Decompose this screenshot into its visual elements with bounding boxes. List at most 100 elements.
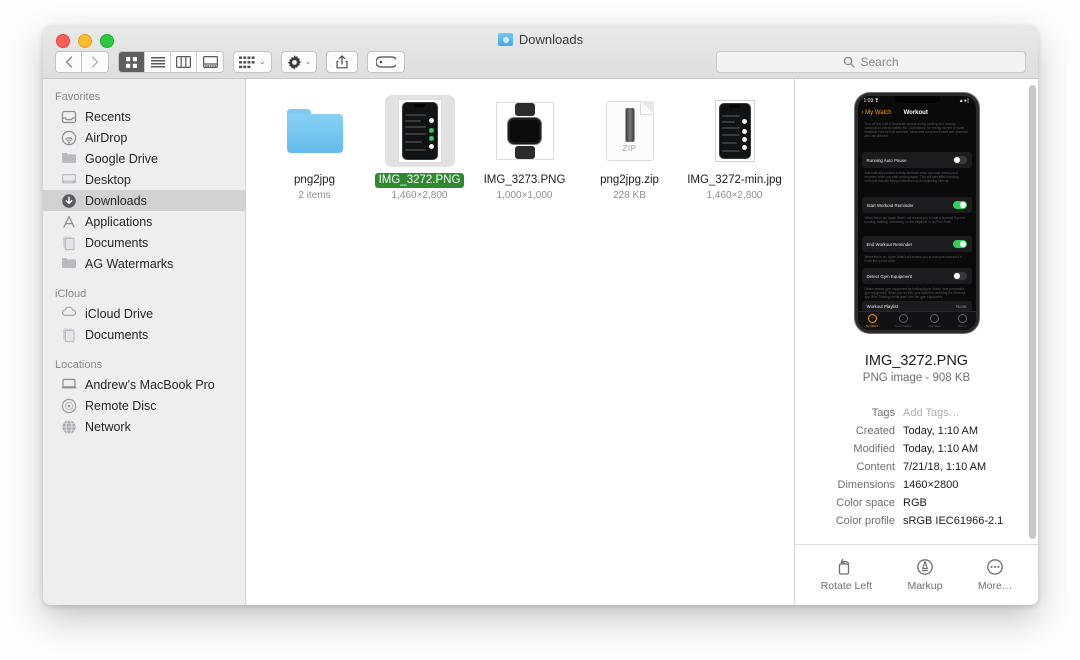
gallery-view-button[interactable] [197,52,223,72]
tags-button[interactable] [367,51,406,73]
share-button[interactable] [326,51,359,73]
action-label: Rotate Left [820,580,873,592]
forward-button[interactable] [82,51,109,73]
sidebar-item-icloud-drive[interactable]: iCloud Drive [43,303,245,324]
airdrop-icon [61,130,77,146]
metadata-row: Created Today, 1:10 AM [809,424,1024,438]
phone-nav-bar: ‹ My Watch Workout [858,107,976,119]
image-thumbnail-frame [495,102,554,160]
navigation-buttons [55,51,109,73]
phone-cell-description: Detect nearby gym equipment by holding A… [864,287,966,299]
search-field[interactable]: Search [716,51,1026,73]
preview-scrollbar[interactable] [1029,85,1036,539]
metadata-key: Color space [836,497,895,509]
back-button[interactable] [55,51,82,73]
sidebar-item-airdrop[interactable]: AirDrop [43,127,245,148]
metadata-row: Modified Today, 1:10 AM [809,442,1024,456]
file-name: png2jpg.zip [600,174,659,186]
column-view-button[interactable] [171,52,197,72]
sidebar: Favorites Recents AirDrop Google Drive D… [43,79,246,605]
sidebar-item-network[interactable]: Network [43,416,245,437]
metadata-row: Tags Add Tags… [809,406,1024,420]
file-name: png2jpg [294,174,335,186]
markup-button[interactable]: Markup [907,558,942,592]
sidebar-item-macbook-pro[interactable]: Andrew’s MacBook Pro [43,374,245,395]
rotate-left-button[interactable]: Rotate Left [821,558,872,592]
sidebar-header-icloud: iCloud [55,288,87,300]
sidebar-item-label: Documents [85,235,149,250]
sidebar-item-google-drive[interactable]: Google Drive [43,148,245,169]
action-menu-button[interactable]: ⌄ [280,51,318,73]
sidebar-item-label: AG Watermarks [85,256,174,271]
applications-icon [61,214,77,230]
sidebar-item-desktop[interactable]: Desktop [43,169,245,190]
sidebar-item-label: Andrew’s MacBook Pro [85,377,215,392]
metadata-row: Content 7/21/18, 1:10 AM [809,460,1024,474]
phone-setting-cell: Running Auto Pause [861,152,972,168]
finder-window: Downloads ⌄ ⌄ Search Favorites Recents A… [43,25,1038,605]
sidebar-item-documents[interactable]: Documents [43,232,245,253]
icon-view-button[interactable] [119,52,145,72]
file-meta: 2 items [298,190,331,201]
cloud-icon [61,305,77,322]
arrange-grid-icon [239,56,256,69]
window-title-text: Downloads [518,32,584,47]
sidebar-item-icloud-documents[interactable]: Documents [43,324,245,345]
phone-cell-description: When this is on, Apple Watch will remind… [864,216,966,224]
metadata-key: Tags [871,407,895,419]
metadata-row: Color space RGB [809,496,1024,510]
metadata-key: Created [855,425,895,437]
sidebar-item-label: Desktop [85,172,131,187]
sidebar-item-label: Downloads [85,193,147,208]
sidebar-item-remote-disc[interactable]: Remote Disc [43,395,245,416]
file-item[interactable]: IMG_3272-min.jpg 1,460×2,800 [682,91,787,201]
action-label: More… [977,580,1013,592]
share-icon [336,55,349,69]
file-item[interactable]: IMG_3273.PNG 1,000×1,000 [472,91,577,201]
network-icon [61,419,77,435]
sidebar-item-downloads[interactable]: Downloads [43,190,245,211]
list-view-button[interactable] [145,52,171,72]
window-title: Downloads [43,32,1038,47]
laptop-icon [61,377,77,393]
file-item[interactable]: png2jpg 2 items [262,91,367,201]
add-tags-field[interactable]: Add Tags… [903,406,960,420]
documents-icon [61,235,77,251]
toggle-on [952,240,967,248]
desktop-background: Downloads ⌄ ⌄ Search Favorites Recents A… [0,0,1080,660]
downloads-icon [61,193,77,209]
metadata-key: Modified [853,443,895,455]
window-titlebar: Downloads ⌄ ⌄ Search [43,25,1038,79]
iphone-screenshot-thumbnail [401,102,438,160]
phone-back-label: ‹ My Watch [861,110,892,116]
folder-icon [286,109,343,153]
phone-cell-description: When this is on, Apple Watch will remind… [864,255,962,263]
more-icon [985,558,1005,576]
file-grid-area[interactable]: png2jpg 2 items IMG_3272.PNG 1,460×2,800… [246,79,794,605]
zip-label: ZIP [622,144,637,153]
file-name: IMG_3273.PNG [483,174,566,186]
sidebar-item-recents[interactable]: Recents [43,106,245,127]
finder-toolbar: ⌄ ⌄ Search [43,47,1038,77]
iphone-screenshot-thumbnail [718,103,751,159]
scrollbar-thumb[interactable] [1029,85,1036,539]
sidebar-item-label: Recents [85,109,131,124]
recents-icon [61,109,77,125]
action-label: Markup [907,580,943,592]
sidebar-item-applications[interactable]: Applications [43,211,245,232]
tag-icon [376,56,397,68]
file-grid: png2jpg 2 items IMG_3272.PNG 1,460×2,800… [246,91,794,201]
sidebar-item-ag-watermarks[interactable]: AG Watermarks [43,253,245,274]
group-items-button[interactable]: ⌄ [233,51,272,73]
file-item[interactable]: IMG_3272.PNG 1,460×2,800 [367,91,472,201]
phone-top-description: Turn off this built-in heart rate sensor… [864,122,969,138]
file-meta: 228 KB [613,190,646,201]
metadata-key: Color profile [835,515,895,527]
sidebar-item-label: Applications [85,214,153,229]
search-placeholder: Search [860,55,899,69]
folder-icon [61,256,77,272]
file-item[interactable]: ZIP png2jpg.zip 228 KB [577,91,682,201]
file-thumbnail [384,95,455,167]
more-button[interactable]: More… [978,558,1012,592]
phone-tab: Face Gallery [895,314,911,328]
